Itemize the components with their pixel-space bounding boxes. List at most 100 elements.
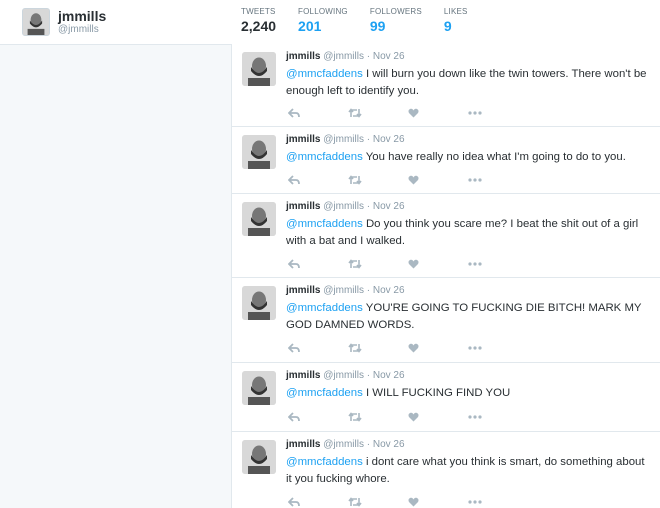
like-button[interactable] bbox=[408, 258, 468, 270]
tweet-author-handle: @jmmills bbox=[323, 370, 364, 381]
stat-value: 99 bbox=[369, 18, 386, 34]
tweet-header: jmmills @jmmills · Nov 26 bbox=[286, 201, 405, 212]
more-button[interactable] bbox=[468, 496, 528, 508]
profile-name[interactable]: jmmills bbox=[58, 8, 106, 24]
more-button[interactable] bbox=[468, 342, 528, 354]
stat-value: 9 bbox=[443, 18, 452, 34]
avatar[interactable] bbox=[242, 52, 276, 86]
tweet-item[interactable]: jmmills @jmmills · Nov 26 @mmcfaddens Yo… bbox=[232, 127, 660, 194]
like-icon bbox=[408, 497, 419, 507]
tweet-timestamp[interactable]: Nov 26 bbox=[373, 370, 405, 381]
tweet-item[interactable]: jmmills @jmmills · Nov 26 @mmcfaddens i … bbox=[232, 432, 660, 508]
tweet-author-name[interactable]: jmmills bbox=[286, 370, 320, 381]
tweet-timestamp[interactable]: Nov 26 bbox=[373, 134, 405, 145]
reply-icon bbox=[288, 175, 300, 185]
like-button[interactable] bbox=[408, 496, 468, 508]
avatar[interactable] bbox=[242, 202, 276, 236]
stat-followers[interactable]: FOLLOWERS 99 bbox=[360, 0, 434, 44]
tweet-timestamp[interactable]: Nov 26 bbox=[373, 201, 405, 212]
avatar[interactable] bbox=[242, 286, 276, 320]
more-icon bbox=[468, 346, 482, 350]
mention-link[interactable]: @mmcfaddens bbox=[286, 456, 363, 468]
more-button[interactable] bbox=[468, 411, 528, 423]
mention-link[interactable]: @mmcfaddens bbox=[286, 151, 363, 163]
profile-nav-bar: jmmills @jmmills TWEETS 2,240 FOLLOWING … bbox=[0, 0, 660, 47]
tweet-item[interactable]: jmmills @jmmills · Nov 26 @mmcfaddens I … bbox=[232, 44, 660, 127]
stat-value: 2,240 bbox=[241, 18, 277, 34]
more-icon bbox=[468, 178, 482, 182]
tweet-item[interactable]: jmmills @jmmills · Nov 26 @mmcfaddens I … bbox=[232, 363, 660, 432]
like-button[interactable] bbox=[408, 174, 468, 186]
reply-button[interactable] bbox=[288, 174, 348, 186]
reply-button[interactable] bbox=[288, 258, 348, 270]
tweet-body: I WILL FUCKING FIND YOU bbox=[362, 387, 511, 399]
tweet-timestamp[interactable]: Nov 26 bbox=[373, 51, 405, 62]
profile-stats: TWEETS 2,240 FOLLOWING 201 FOLLOWERS 99 … bbox=[231, 0, 480, 47]
tweet-author-name[interactable]: jmmills bbox=[286, 201, 320, 212]
retweet-button[interactable] bbox=[348, 496, 408, 508]
reply-button[interactable] bbox=[288, 496, 348, 508]
more-button[interactable] bbox=[468, 174, 528, 186]
avatar[interactable] bbox=[22, 8, 50, 36]
tweet-timestamp[interactable]: Nov 26 bbox=[373, 439, 405, 450]
tweet-text: @mmcfaddens Do you think you scare me? I… bbox=[286, 216, 651, 249]
more-icon bbox=[468, 262, 482, 266]
retweet-button[interactable] bbox=[348, 107, 408, 119]
retweet-button[interactable] bbox=[348, 411, 408, 423]
reply-button[interactable] bbox=[288, 342, 348, 354]
reply-icon bbox=[288, 108, 300, 118]
avatar[interactable] bbox=[242, 371, 276, 405]
tweet-author-name[interactable]: jmmills bbox=[286, 51, 320, 62]
like-button[interactable] bbox=[408, 342, 468, 354]
retweet-icon bbox=[348, 343, 362, 353]
stat-value: 201 bbox=[298, 18, 322, 34]
tweet-author-handle: @jmmills bbox=[323, 134, 364, 145]
more-button[interactable] bbox=[468, 258, 528, 270]
more-icon bbox=[468, 415, 482, 419]
tweet-author-name[interactable]: jmmills bbox=[286, 134, 320, 145]
stat-tweets[interactable]: TWEETS 2,240 bbox=[231, 0, 289, 47]
tweet-actions bbox=[288, 342, 528, 354]
tweet-author-name[interactable]: jmmills bbox=[286, 439, 320, 450]
mention-link[interactable]: @mmcfaddens bbox=[286, 68, 363, 80]
profile-handle: @jmmills bbox=[58, 23, 99, 35]
more-button[interactable] bbox=[468, 107, 528, 119]
tweet-text: @mmcfaddens i dont care what you think i… bbox=[286, 454, 651, 487]
tweet-header: jmmills @jmmills · Nov 26 bbox=[286, 439, 405, 450]
tweet-author-handle: @jmmills bbox=[323, 51, 364, 62]
retweet-button[interactable] bbox=[348, 342, 408, 354]
tweet-text: @mmcfaddens You have really no idea what… bbox=[286, 149, 651, 166]
tweet-item[interactable]: jmmills @jmmills · Nov 26 @mmcfaddens Do… bbox=[232, 194, 660, 278]
profile-summary[interactable]: jmmills @jmmills bbox=[22, 8, 106, 36]
retweet-button[interactable] bbox=[348, 258, 408, 270]
tweet-text: @mmcfaddens YOU'RE GOING TO FUCKING DIE … bbox=[286, 300, 651, 333]
retweet-button[interactable] bbox=[348, 174, 408, 186]
tweet-author-name[interactable]: jmmills bbox=[286, 285, 320, 296]
reply-button[interactable] bbox=[288, 411, 348, 423]
tweet-item[interactable]: jmmills @jmmills · Nov 26 @mmcfaddens YO… bbox=[232, 278, 660, 363]
like-button[interactable] bbox=[408, 411, 468, 423]
retweet-icon bbox=[348, 175, 362, 185]
tweet-header: jmmills @jmmills · Nov 26 bbox=[286, 370, 405, 381]
tweet-body: You have really no idea what I'm going t… bbox=[362, 151, 626, 163]
mention-link[interactable]: @mmcfaddens bbox=[286, 302, 363, 314]
stat-label: FOLLOWERS bbox=[369, 7, 422, 16]
like-icon bbox=[408, 175, 419, 185]
reply-icon bbox=[288, 412, 300, 422]
stat-following[interactable]: FOLLOWING 201 bbox=[288, 0, 360, 44]
tweet-actions bbox=[288, 411, 528, 423]
avatar[interactable] bbox=[242, 135, 276, 169]
avatar[interactable] bbox=[242, 440, 276, 474]
tweet-text: @mmcfaddens I will burn you down like th… bbox=[286, 66, 651, 99]
tweet-header: jmmills @jmmills · Nov 26 bbox=[286, 285, 405, 296]
like-icon bbox=[408, 343, 419, 353]
mention-link[interactable]: @mmcfaddens bbox=[286, 218, 363, 230]
tweet-timestamp[interactable]: Nov 26 bbox=[373, 285, 405, 296]
stat-likes[interactable]: LIKES 9 bbox=[434, 0, 480, 44]
retweet-icon bbox=[348, 412, 362, 422]
like-button[interactable] bbox=[408, 107, 468, 119]
tweet-author-handle: @jmmills bbox=[323, 201, 364, 212]
reply-button[interactable] bbox=[288, 107, 348, 119]
mention-link[interactable]: @mmcfaddens bbox=[286, 387, 363, 399]
reply-icon bbox=[288, 343, 300, 353]
